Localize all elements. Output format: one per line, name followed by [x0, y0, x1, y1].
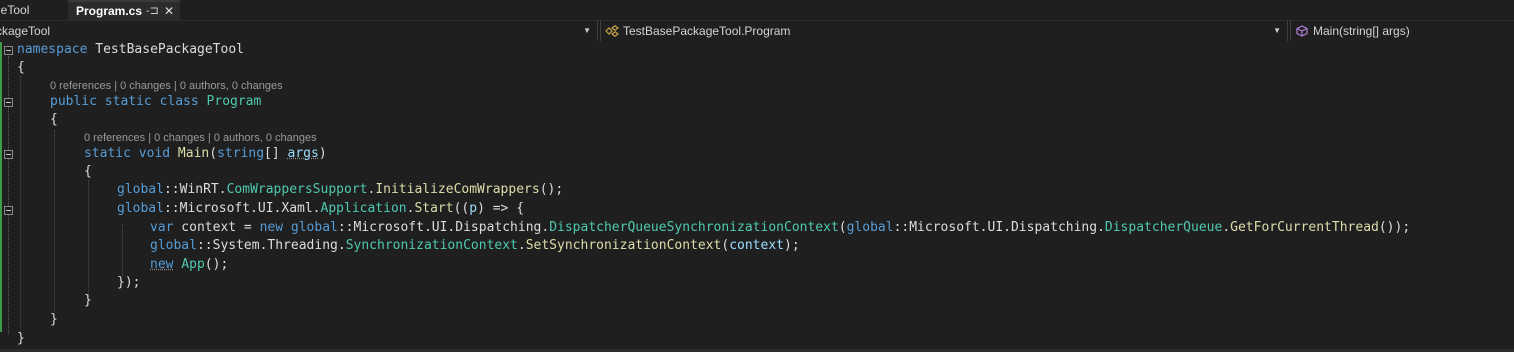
keyword: global — [117, 201, 164, 216]
keyword: new — [150, 257, 174, 272]
project-dropdown-label: ckageTool — [0, 24, 51, 38]
member-dropdown-label: Main(string[] args) — [1313, 24, 1410, 38]
keyword: static void — [84, 146, 171, 161]
navigation-bar: ckageTool ▼ TestBasePackageTool.Program … — [0, 21, 1514, 43]
method-name: Main — [177, 146, 210, 161]
namespace-path: ::WinRT. — [163, 182, 227, 197]
keyword: global — [150, 238, 197, 253]
namespace-name: TestBasePackageTool — [95, 42, 244, 57]
collapse-method-icon[interactable] — [4, 150, 13, 159]
class-name: DispatcherQueueSynchronizationContext — [549, 220, 839, 235]
class-name: DispatcherQueue — [1104, 220, 1223, 235]
brace: { — [17, 60, 25, 75]
code-line[interactable]: } — [84, 292, 92, 310]
class-name: Application — [320, 201, 407, 216]
tab-previous-label: geTool — [0, 3, 30, 17]
class-name: ComWrappersSupport — [226, 182, 368, 197]
parameter-name: p — [469, 201, 478, 216]
variable-reference: context — [729, 238, 784, 253]
change-tracking-bar — [0, 42, 2, 332]
close-icon[interactable]: ✕ — [164, 2, 174, 20]
document-tab-bar: geTool Program.cs -⊐ ✕ — [0, 0, 1514, 22]
paren: ) — [318, 146, 327, 161]
code-line[interactable]: { — [17, 59, 25, 77]
keyword: new — [259, 220, 284, 235]
method-name: Start — [414, 201, 454, 216]
pin-icon[interactable]: -⊐ — [146, 2, 159, 20]
code-editor[interactable]: namespace TestBasePackageTool { 0 refere… — [0, 42, 1514, 352]
namespace-path: ::Microsoft.UI.Dispatching. — [337, 220, 550, 235]
project-dropdown[interactable]: ckageTool ▼ — [0, 21, 598, 41]
array-brackets: [] — [264, 146, 288, 161]
method-name: GetForCurrentThread — [1230, 220, 1379, 235]
class-icon — [605, 25, 619, 37]
collapse-lambda-icon[interactable] — [4, 206, 13, 215]
variable-name: context = — [173, 220, 260, 235]
brace: } — [84, 293, 92, 308]
class-name: Program — [206, 94, 262, 109]
code-line[interactable]: }); — [117, 274, 140, 292]
keyword: public static class — [50, 94, 199, 109]
class-dropdown[interactable]: TestBasePackageTool.Program ▼ — [600, 21, 1288, 41]
keyword: namespace — [17, 42, 88, 57]
brace: { — [84, 164, 92, 179]
brace: } — [17, 331, 25, 346]
code-line[interactable]: namespace TestBasePackageTool — [17, 41, 244, 59]
paren: ( — [209, 146, 218, 161]
codelens-info[interactable]: 0 references | 0 changes | 0 authors, 0 … — [84, 130, 317, 146]
indent-guide — [122, 224, 123, 276]
class-name: SynchronizationContext — [345, 238, 518, 253]
code-line[interactable]: static void Main(string[] args) — [84, 145, 327, 163]
indent-guide — [88, 180, 89, 296]
class-dropdown-label: TestBasePackageTool.Program — [623, 24, 791, 38]
class-name: App — [181, 257, 205, 272]
punctuation: ); — [784, 238, 800, 253]
paren: ( — [838, 220, 847, 235]
keyword: global — [117, 182, 164, 197]
brace: } — [50, 312, 58, 327]
punctuation: }); — [117, 275, 141, 290]
code-line[interactable]: var context = new global::Microsoft.UI.D… — [150, 219, 1410, 237]
collapse-namespace-icon[interactable] — [4, 46, 13, 55]
punctuation: ()); — [1378, 220, 1411, 235]
tab-previous-document[interactable]: geTool — [0, 0, 68, 20]
namespace-path: ::System.Threading. — [196, 238, 346, 253]
indent-guide — [20, 76, 21, 332]
brace: { — [50, 112, 58, 127]
code-line[interactable]: public static class Program — [50, 93, 261, 111]
namespace-path: ::Microsoft.UI.Xaml. — [163, 201, 321, 216]
collapse-class-icon[interactable] — [4, 98, 13, 107]
chevron-down-icon: ▼ — [583, 26, 591, 35]
code-line[interactable]: { — [84, 163, 92, 181]
method-name: InitializeComWrappers — [375, 182, 540, 197]
keyword: global — [290, 220, 338, 235]
punctuation: (); — [204, 257, 229, 272]
code-line[interactable]: global::System.Threading.Synchronization… — [150, 237, 800, 255]
keyword: var — [150, 220, 174, 235]
method-name: SetSynchronizationContext — [525, 238, 722, 253]
code-line[interactable]: } — [50, 311, 58, 329]
code-line[interactable]: { — [50, 111, 58, 129]
tab-active-label: Program.cs — [76, 4, 143, 18]
code-line[interactable]: new App(); — [150, 256, 228, 274]
paren: (( — [453, 201, 470, 216]
code-line[interactable]: } — [17, 330, 25, 348]
parameter-name: args — [287, 146, 319, 161]
punctuation: ) => { — [477, 201, 525, 216]
tab-program-cs[interactable]: Program.cs -⊐ ✕ — [68, 0, 180, 20]
code-line[interactable]: global::Microsoft.UI.Xaml.Application.St… — [117, 200, 524, 218]
code-line[interactable]: global::WinRT.ComWrappersSupport.Initial… — [117, 181, 563, 199]
punctuation: (); — [539, 182, 564, 197]
keyword: global — [846, 220, 894, 235]
codelens-info[interactable]: 0 references | 0 changes | 0 authors, 0 … — [50, 78, 283, 94]
method-icon — [1296, 25, 1308, 37]
dot: . — [517, 238, 526, 253]
namespace-path: ::Microsoft.UI.Dispatching. — [893, 220, 1105, 235]
indent-guide — [54, 130, 55, 314]
dot: . — [1222, 220, 1231, 235]
chevron-down-icon: ▼ — [1273, 26, 1281, 35]
type-keyword: string — [217, 146, 265, 161]
member-dropdown[interactable]: Main(string[] args) — [1290, 21, 1514, 41]
